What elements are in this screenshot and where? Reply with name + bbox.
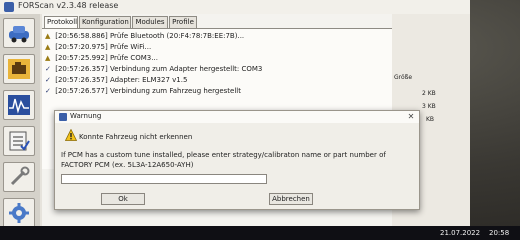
app-icon — [59, 113, 67, 121]
sidebar-settings-button[interactable] — [3, 198, 35, 228]
log-text: [20:57:25.992] Prüfe COM3... — [55, 54, 158, 62]
file-size: 2 KB — [422, 90, 436, 97]
car-icon — [9, 26, 29, 43]
window-titlebar: FORScan v2.3.48 release — [0, 0, 470, 14]
log-text: [20:57:26.357] Adapter: ELM327 v1.5 — [55, 76, 188, 84]
tab-konfiguration[interactable]: Konfiguration — [79, 16, 131, 28]
log-text: [20:57:26.357] Verbindung zum Adapter he… — [55, 65, 263, 73]
sidebar — [0, 14, 40, 240]
warning-icon: ▲ — [45, 32, 51, 40]
log-text: [20:57:20.975] Prüfe WiFi... — [55, 43, 152, 51]
log-text: [20:57:26.577] Verbindung zum Fahrzeug h… — [55, 87, 241, 95]
file-size: 3 KB — [422, 103, 436, 110]
window-title: FORScan v2.3.48 release — [18, 1, 119, 10]
wrench-icon — [10, 166, 30, 186]
app-icon — [4, 2, 14, 12]
tab-modules[interactable]: Modules — [132, 16, 168, 28]
dialog-heading: Konnte Fahrzeug nicht erkennen — [79, 133, 193, 141]
warning-icon — [65, 129, 77, 141]
warning-icon: ▲ — [45, 54, 51, 62]
sidebar-checklist-button[interactable] — [3, 126, 35, 156]
tab-profile[interactable]: Profile — [169, 16, 197, 28]
size-column-header: Größe — [394, 74, 413, 81]
taskbar: 21.07.2022 20:58 — [0, 226, 520, 240]
log-row: ▲ [20:57:20.975] Prüfe WiFi... — [45, 42, 151, 53]
sidebar-oscilloscope-button[interactable] — [3, 90, 35, 120]
log-text: [20:56:58.886] Prüfe Bluetooth (20:F4:78… — [55, 32, 245, 40]
log-row: ✓ [20:57:26.357] Verbindung zum Adapter … — [45, 64, 262, 75]
dialog-message: FACTORY PCM (ex. 5L3A-12A650-AYH) — [61, 161, 194, 169]
ok-button[interactable]: Ok — [101, 193, 145, 205]
sidebar-dtc-button[interactable] — [3, 54, 35, 84]
gear-icon — [9, 203, 29, 223]
checklist-icon — [9, 131, 30, 151]
oscilloscope-icon — [8, 95, 30, 115]
taskbar-time: 20:58 — [489, 229, 510, 237]
log-row: ▲ [20:56:58.886] Prüfe Bluetooth (20:F4:… — [45, 31, 244, 42]
log-row: ✓ [20:57:26.357] Adapter: ELM327 v1.5 — [45, 75, 187, 86]
log-row: ✓ [20:57:26.577] Verbindung zum Fahrzeug… — [45, 86, 241, 97]
sidebar-vehicle-info-button[interactable] — [3, 18, 35, 48]
strategy-input[interactable] — [61, 174, 267, 184]
cancel-button[interactable]: Abbrechen — [269, 193, 313, 205]
dialog-title: Warnung — [70, 112, 102, 120]
check-icon: ✓ — [45, 76, 51, 84]
dialog-titlebar: Warnung ✕ — [55, 111, 419, 123]
file-size: KB — [426, 116, 435, 123]
warning-dialog: Warnung ✕ Konnte Fahrzeug nicht erkennen… — [54, 110, 420, 210]
dialog-message: If PCM has a custom tune installed, plea… — [61, 151, 386, 159]
log-row: ▲ [20:57:25.992] Prüfe COM3... — [45, 53, 158, 64]
warning-icon: ▲ — [45, 43, 51, 51]
check-icon: ✓ — [45, 65, 51, 73]
check-icon: ✓ — [45, 87, 51, 95]
close-icon[interactable]: ✕ — [405, 111, 417, 123]
taskbar-date: 21.07.2022 — [440, 229, 481, 237]
engine-warning-icon — [8, 59, 30, 79]
sidebar-service-button[interactable] — [3, 162, 35, 192]
